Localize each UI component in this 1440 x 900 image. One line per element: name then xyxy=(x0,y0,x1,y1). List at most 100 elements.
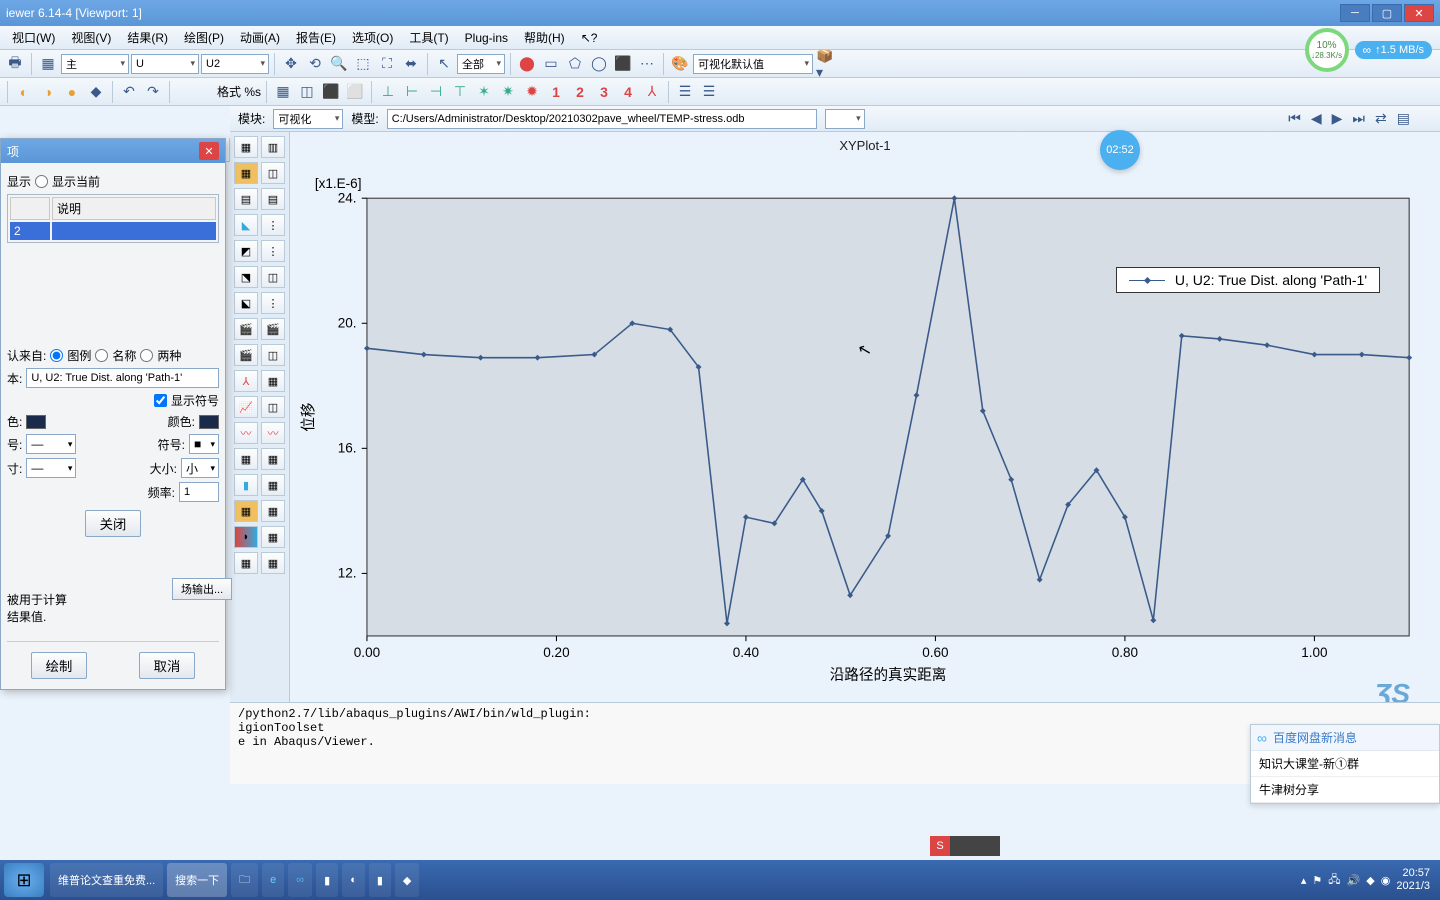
n2-icon[interactable]: 2 xyxy=(569,81,591,103)
lt-3[interactable]: ▦ xyxy=(234,162,258,184)
circle-icon[interactable]: ◯ xyxy=(588,53,610,75)
menu-result[interactable]: 结果(R) xyxy=(119,26,176,49)
notif-item-1[interactable]: 知识大课堂-新①群 xyxy=(1251,751,1439,777)
menu-tools[interactable]: 工具(T) xyxy=(401,26,456,49)
task-app1[interactable]: ◐ xyxy=(342,863,365,897)
from-name-radio[interactable] xyxy=(95,349,108,362)
notif-item-2[interactable]: 牛津树分享 xyxy=(1251,777,1439,803)
box2-icon[interactable]: ◫ xyxy=(296,81,318,103)
lt-16[interactable]: 🎬 xyxy=(261,318,285,340)
lt-7[interactable]: ◣ xyxy=(234,214,258,236)
table-row[interactable]: 2 xyxy=(10,222,216,240)
lt-34[interactable]: ▦ xyxy=(261,552,285,574)
task-abaqus[interactable]: ◆ xyxy=(395,863,419,897)
prev-icon[interactable]: ◀ xyxy=(1309,108,1324,129)
ax5-icon[interactable]: ✶ xyxy=(473,81,495,103)
lt-27[interactable]: ▮ xyxy=(234,474,258,496)
box4-icon[interactable]: ⬜ xyxy=(344,81,366,103)
lt-15[interactable]: 🎬 xyxy=(234,318,258,340)
ax4-icon[interactable]: ⊤ xyxy=(449,81,471,103)
lt-28[interactable]: ▦ xyxy=(261,474,285,496)
menu-report[interactable]: 报告(E) xyxy=(288,26,344,49)
triad-icon[interactable]: ⅄ xyxy=(641,81,663,103)
lad1-icon[interactable]: ☰ xyxy=(674,81,696,103)
layers-icon[interactable]: ▤ xyxy=(1395,108,1412,129)
last-icon[interactable]: ⏭ xyxy=(1350,108,1367,129)
c1-icon[interactable]: ◐ xyxy=(13,81,35,103)
lt-29[interactable]: ▦ xyxy=(234,500,258,522)
menu-help[interactable]: 帮助(H) xyxy=(516,26,573,49)
render-combo[interactable]: 可视化默认值 xyxy=(693,54,813,74)
zoom-icon[interactable]: 🔍 xyxy=(328,53,350,75)
task-baidu[interactable]: ∞ xyxy=(288,863,312,897)
grid-icon[interactable]: ▦ xyxy=(37,53,59,75)
probe-icon[interactable]: ⬤ xyxy=(516,53,538,75)
lt-25[interactable]: ▦ xyxy=(234,448,258,470)
lt-9[interactable]: ◩ xyxy=(234,240,258,262)
legend-box[interactable]: U, U2: True Dist. along 'Path-1' xyxy=(1116,267,1380,293)
c4-icon[interactable]: ◆ xyxy=(85,81,107,103)
symbol-combo[interactable]: ■ xyxy=(189,434,219,454)
lt-10[interactable]: ⋮ xyxy=(261,240,285,262)
poly-icon[interactable]: ⬠ xyxy=(564,53,586,75)
task-2[interactable]: 搜索一下 xyxy=(167,863,227,897)
sync-icon[interactable]: ⇄ xyxy=(1373,108,1389,129)
from-legend-radio[interactable] xyxy=(50,349,63,362)
lt-12[interactable]: ◫ xyxy=(261,266,285,288)
c2-icon[interactable]: ◑ xyxy=(37,81,59,103)
menu-options[interactable]: 选项(O) xyxy=(344,26,401,49)
minimize-button[interactable]: ─ xyxy=(1340,4,1370,22)
var-combo[interactable]: U xyxy=(131,54,199,74)
select-mode-combo[interactable]: 全部 xyxy=(457,54,505,74)
close-button[interactable]: ✕ xyxy=(1404,4,1434,22)
symbol-size-combo[interactable]: 小 xyxy=(181,458,219,478)
menu-plot[interactable]: 绘图(P) xyxy=(176,26,232,49)
zoombox-icon[interactable]: ⬚ xyxy=(352,53,374,75)
lt-19[interactable]: ⅄ xyxy=(234,370,258,392)
lt-18[interactable]: ◫ xyxy=(261,344,285,366)
lt-30[interactable]: ▦ xyxy=(261,500,285,522)
dialog-close-button[interactable]: ✕ xyxy=(199,142,219,160)
show-current-radio[interactable] xyxy=(35,175,48,188)
plot-button[interactable]: 绘制 xyxy=(31,652,88,679)
lt-1[interactable]: ▦ xyxy=(234,136,258,158)
fit-icon[interactable]: ⛶ xyxy=(376,53,398,75)
undo-icon[interactable]: ↶ xyxy=(118,81,140,103)
autofit-icon[interactable]: ⬌ xyxy=(400,53,422,75)
from-both-radio[interactable] xyxy=(140,349,153,362)
ime-bar[interactable]: S xyxy=(930,836,1000,856)
tray-up-icon[interactable]: ▴ xyxy=(1301,874,1307,887)
n4-icon[interactable]: 4 xyxy=(617,81,639,103)
lt-20[interactable]: ▦ xyxy=(261,370,285,392)
ax3-icon[interactable]: ⊣ xyxy=(425,81,447,103)
maximize-button[interactable]: ▢ xyxy=(1372,4,1402,22)
lt-24[interactable]: 〰 xyxy=(261,422,285,444)
lt-32[interactable]: ▦ xyxy=(261,526,285,548)
box1-icon[interactable]: ▦ xyxy=(272,81,294,103)
menu-animate[interactable]: 动画(A) xyxy=(232,26,288,49)
lt-14[interactable]: ⋮ xyxy=(261,292,285,314)
tray-o2-icon[interactable]: ◉ xyxy=(1381,874,1391,887)
task-1[interactable]: 维普论文查重免费... xyxy=(50,863,163,897)
tray-clock[interactable]: 20:57 2021/3 xyxy=(1396,867,1430,893)
lt-21[interactable]: 📈 xyxy=(234,396,258,418)
dialog-titlebar[interactable]: 项 ✕ xyxy=(1,139,225,163)
net-badge[interactable]: ∞ ↑1.5 MB/s xyxy=(1355,41,1432,59)
task-ie[interactable]: e xyxy=(262,863,284,897)
legend-text-input[interactable] xyxy=(26,368,219,388)
lt-33[interactable]: ▦ xyxy=(234,552,258,574)
menu-plugins[interactable]: Plug-ins xyxy=(457,28,516,48)
lad2-icon[interactable]: ☰ xyxy=(698,81,720,103)
lt-11[interactable]: ⬔ xyxy=(234,266,258,288)
freq-input[interactable] xyxy=(179,482,219,502)
cpu-meter[interactable]: 10% ↓28.3K/s xyxy=(1305,28,1349,72)
ax1-icon[interactable]: ⊥ xyxy=(377,81,399,103)
c3-icon[interactable]: ● xyxy=(61,81,83,103)
ax7-icon[interactable]: ✹ xyxy=(521,81,543,103)
lt-31[interactable]: ◗ xyxy=(234,526,258,548)
show-symbol-check[interactable] xyxy=(154,394,167,407)
lt-6[interactable]: ▤ xyxy=(261,188,285,210)
tray-o1-icon[interactable]: ◆ xyxy=(1366,874,1374,887)
lt-13[interactable]: ⬕ xyxy=(234,292,258,314)
ax2-icon[interactable]: ⊢ xyxy=(401,81,423,103)
